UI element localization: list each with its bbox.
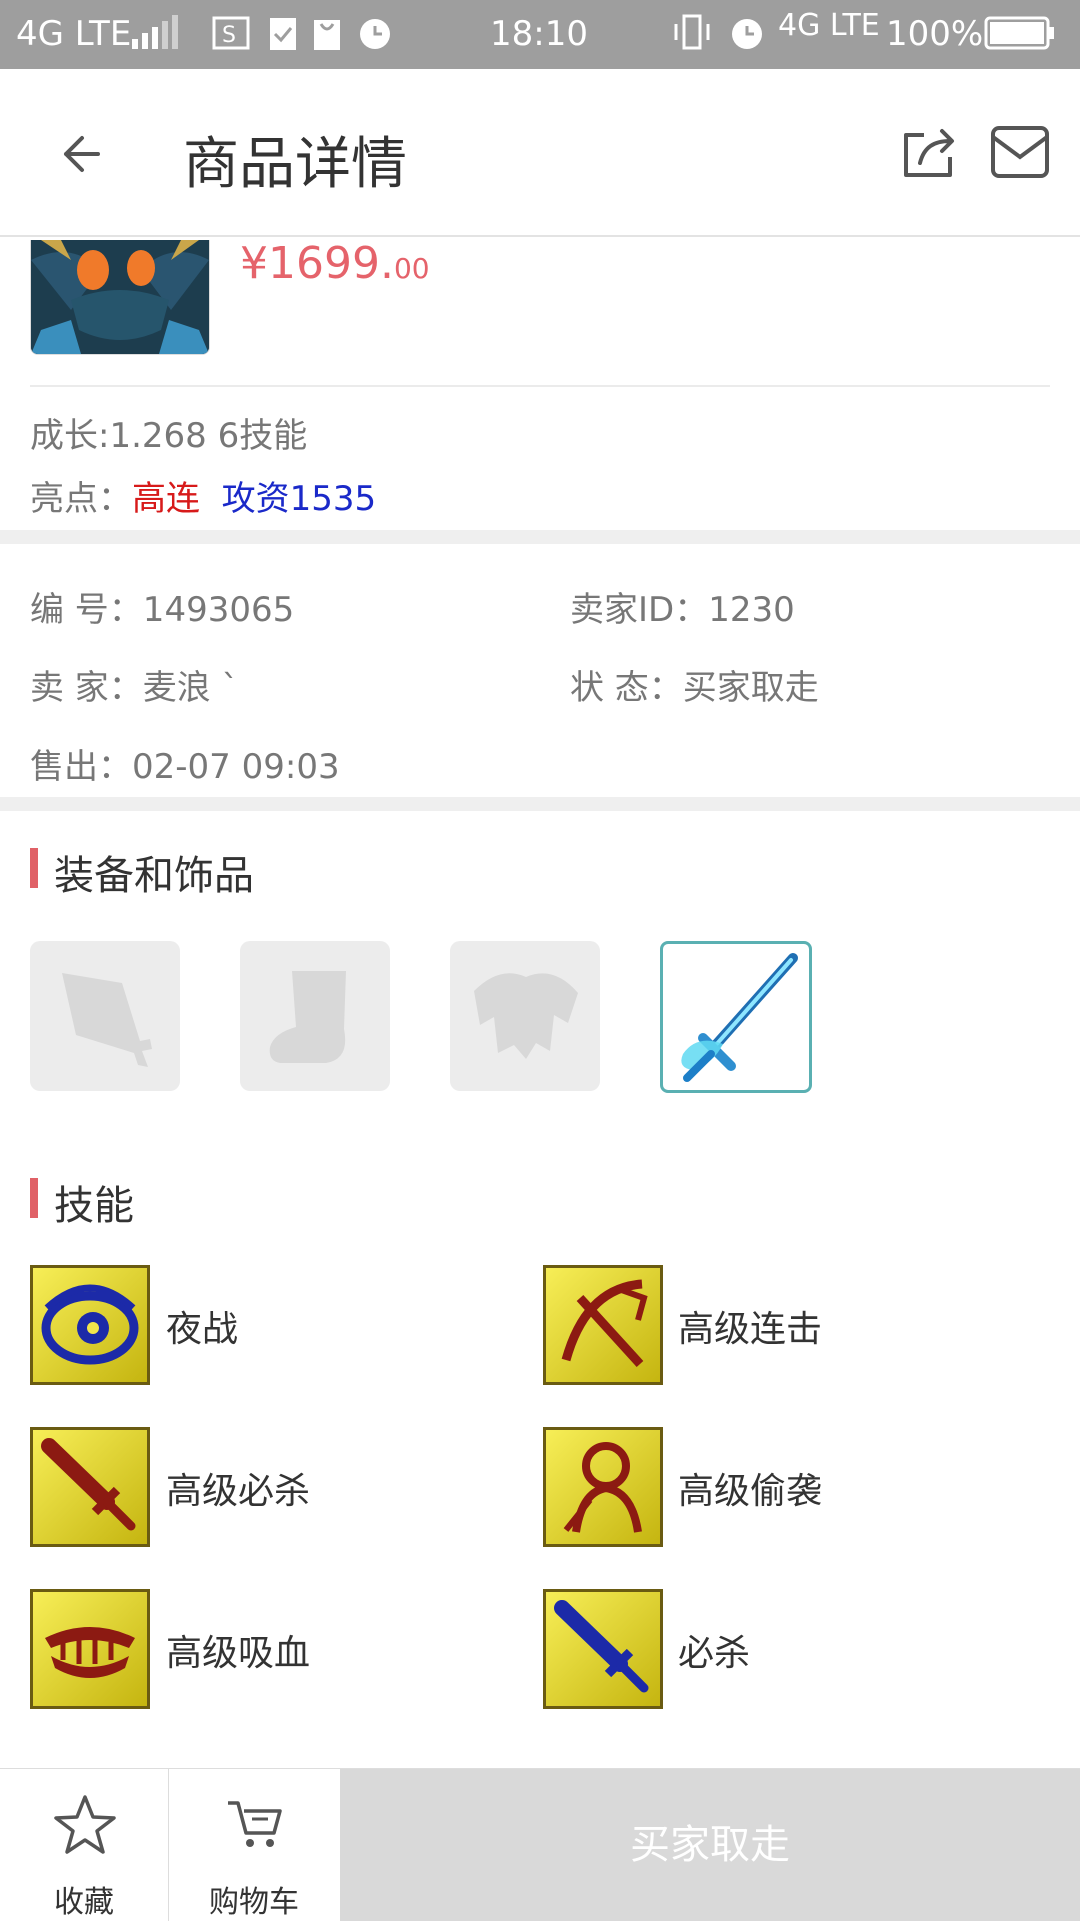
price: ¥1699.00: [240, 238, 430, 289]
cart-label: 购物车: [209, 1885, 299, 1920]
equipment-section-title: 装备和饰品: [54, 853, 254, 899]
screenshot-icon: S: [212, 16, 250, 50]
sold-time: 售出：02-07 09:03: [30, 747, 340, 787]
skill-label: 夜战: [166, 1309, 239, 1350]
night-battle-skill-icon[interactable]: [30, 1265, 150, 1385]
item-number: 编 号：1493065: [30, 590, 295, 630]
skills-section-title: 技能: [54, 1183, 134, 1229]
critical-skill-icon[interactable]: [543, 1589, 663, 1709]
network-left-label: 4G LTE: [16, 14, 132, 54]
clipboard-icon: [270, 18, 296, 50]
cart-button[interactable]: 购物车: [169, 1769, 339, 1921]
price-cents: 00: [393, 252, 430, 285]
bag-icon: [314, 20, 340, 50]
clock-time: 18:10: [490, 14, 588, 54]
buyer-taken-button[interactable]: 买家取走: [340, 1769, 1080, 1921]
favorite-button[interactable]: 收藏: [0, 1769, 169, 1921]
armor-slot-icon[interactable]: [450, 941, 600, 1091]
advanced-bloodsuck-skill-icon[interactable]: [30, 1589, 150, 1709]
skill-label: 必杀: [678, 1633, 751, 1674]
advanced-critical-skill-icon[interactable]: [30, 1427, 150, 1547]
advanced-sneak-attack-skill-icon[interactable]: [543, 1427, 663, 1547]
network-right-label: 4G LTE: [778, 8, 880, 43]
highlight-label: 亮点：: [30, 479, 132, 519]
star-icon: [54, 1795, 116, 1854]
growth-text: 成长:1.268 6技能: [30, 416, 308, 456]
alarm-icon: [360, 19, 390, 49]
battery-icon: [984, 16, 1054, 50]
pet-thumbnail-image: [30, 240, 210, 355]
seller-name: 卖 家：麦浪 `: [30, 668, 239, 708]
svg-text:S: S: [222, 23, 236, 48]
skill-label: 高级吸血: [166, 1633, 311, 1674]
highlights: 亮点：高连 攻资1535: [30, 471, 376, 520]
skill-label: 高级连击: [678, 1309, 823, 1350]
item-status: 状 态：买家取走: [570, 668, 819, 708]
mail-icon[interactable]: [990, 125, 1050, 181]
seller-id: 卖家ID：1230: [570, 590, 795, 630]
section-separator: [0, 797, 1080, 811]
skill-label: 高级偷袭: [678, 1471, 823, 1512]
page-title: 商品详情: [183, 132, 407, 197]
skill-label: 高级必杀: [166, 1471, 311, 1512]
favorite-label: 收藏: [54, 1885, 114, 1920]
status-bar: 4G LTE S 18:10 4G LTE 100%: [0, 0, 1080, 69]
cart-icon: [228, 1801, 282, 1847]
weapon-slot-icon[interactable]: [30, 941, 180, 1091]
divider: [30, 385, 1050, 387]
vibrate-icon: [674, 14, 710, 50]
battery-percent: 100%: [886, 14, 984, 54]
highlight-blue: 攻资1535: [221, 479, 377, 519]
price-main: ¥1699.: [240, 238, 394, 289]
alarm-right-icon: [732, 19, 762, 49]
section-separator: [0, 530, 1080, 544]
ice-sword-item[interactable]: [660, 941, 812, 1093]
back-arrow-icon[interactable]: [60, 129, 110, 179]
advanced-combo-skill-icon[interactable]: [543, 1265, 663, 1385]
bottom-action-bar: 收藏 购物车 买家取走: [0, 1768, 1080, 1921]
section-accent-bar: [30, 848, 38, 888]
section-accent-bar: [30, 1178, 38, 1218]
app-header: 商品详情: [0, 69, 1080, 237]
highlight-red: 高连: [132, 479, 200, 519]
share-icon[interactable]: [900, 121, 960, 181]
boots-slot-icon[interactable]: [240, 941, 390, 1091]
